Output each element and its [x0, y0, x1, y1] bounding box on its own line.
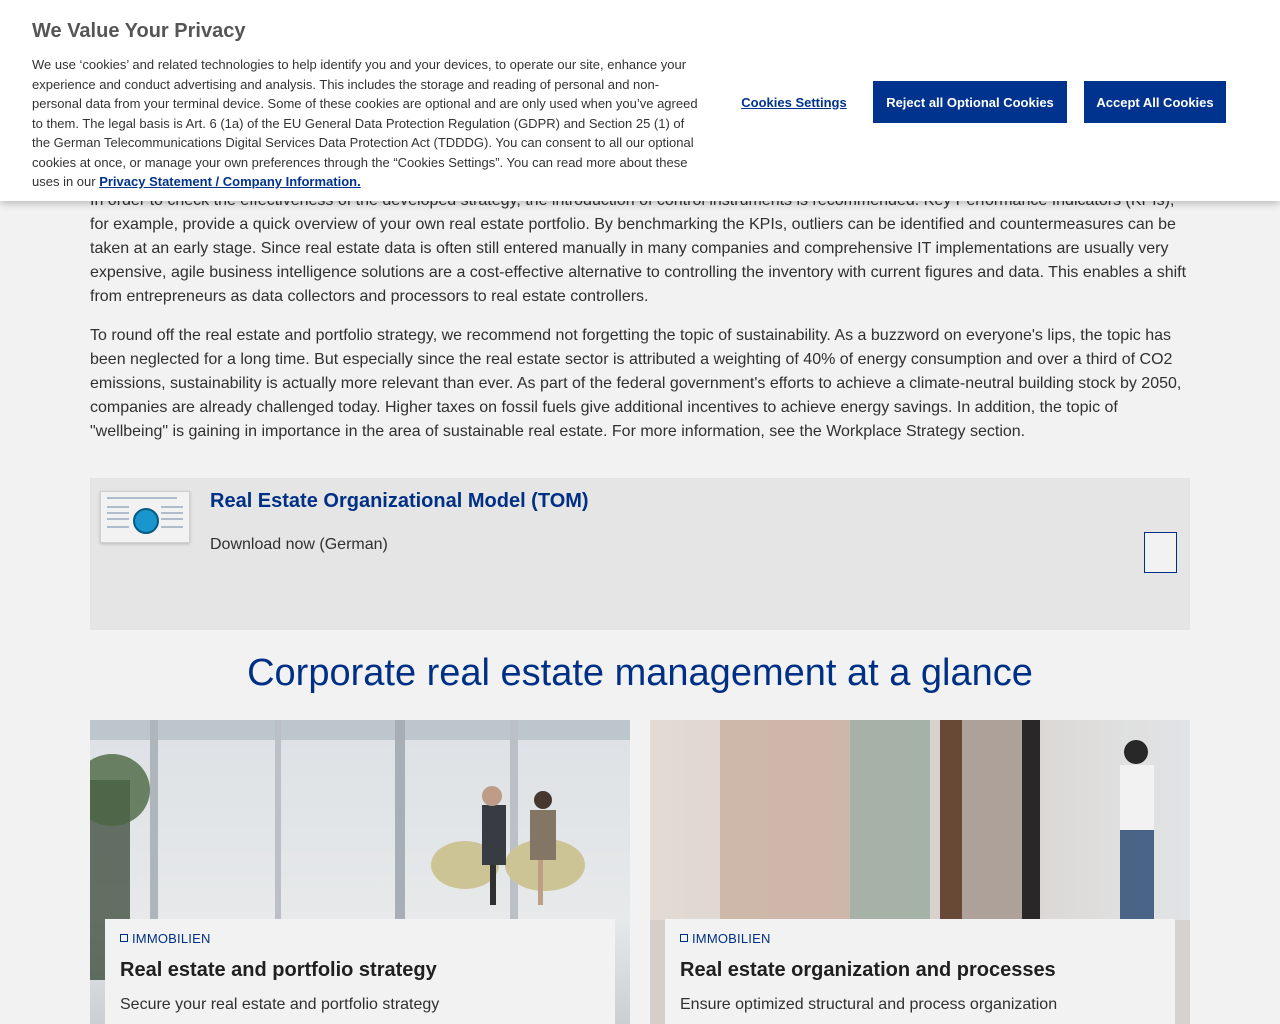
cookie-banner-title: We Value Your Privacy	[32, 20, 246, 42]
teaser-tile[interactable]: IMMOBILIEN Real estate organization and …	[650, 720, 1190, 1024]
document-download-icon[interactable]	[1144, 532, 1177, 573]
privacy-statement-link[interactable]: Privacy Statement / Company Information.	[99, 174, 361, 189]
cookie-text-body: We use ‘cookies’ and related technologie…	[32, 57, 698, 189]
tile-card[interactable]: IMMOBILIEN Real estate organization and …	[665, 919, 1175, 1024]
article-paragraph: In order to check the effectiveness of t…	[90, 192, 1187, 305]
tile-tag-label: IMMOBILIEN	[132, 931, 211, 946]
tag-icon	[680, 934, 688, 942]
tag-icon	[120, 934, 128, 942]
download-link[interactable]: Download now (German)	[210, 536, 388, 554]
tile-title[interactable]: Real estate organization and processes	[680, 959, 1056, 982]
tile-tag-label: IMMOBILIEN	[692, 931, 771, 946]
tile-title[interactable]: Real estate and portfolio strategy	[120, 959, 437, 982]
accept-all-cookies-button[interactable]: Accept All Cookies	[1084, 81, 1226, 123]
article-paragraph: To round off the real estate and portfol…	[90, 327, 1182, 440]
download-title[interactable]: Real Estate Organizational Model (TOM)	[210, 490, 589, 513]
tile-card[interactable]: IMMOBILIEN Real estate and portfolio str…	[105, 919, 615, 1024]
download-card[interactable]: Real Estate Organizational Model (TOM) D…	[90, 478, 1190, 630]
tile-description: Secure your real estate and portfolio st…	[120, 996, 440, 1013]
reject-optional-cookies-button[interactable]: Reject all Optional Cookies	[873, 81, 1067, 123]
cookie-consent-banner: We Value Your Privacy We use ‘cookies’ a…	[0, 0, 1280, 201]
tile-tag[interactable]: IMMOBILIEN	[120, 931, 211, 946]
page: In order to check the effectiveness of t…	[0, 0, 1280, 1024]
tile-description: Ensure optimized structural and process …	[680, 996, 1058, 1013]
tile-tag[interactable]: IMMOBILIEN	[680, 931, 771, 946]
cookie-banner-text: We use ‘cookies’ and related technologie…	[32, 55, 704, 192]
teaser-tile[interactable]: IMMOBILIEN Real estate and portfolio str…	[90, 720, 630, 1024]
document-thumbnail[interactable]	[100, 491, 190, 543]
cookies-settings-button[interactable]: Cookies Settings	[731, 82, 857, 122]
section-heading: Corporate real estate management at a gl…	[247, 652, 1033, 694]
